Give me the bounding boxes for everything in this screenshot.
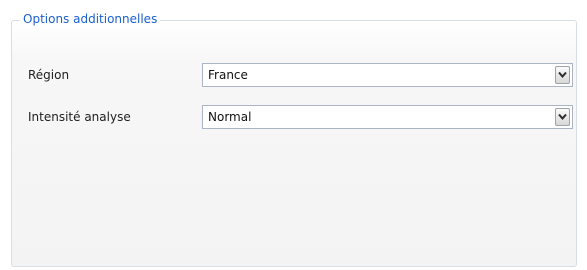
region-dropdown-button[interactable] bbox=[555, 66, 570, 84]
options-panel: Options additionnelles Région France Int… bbox=[0, 0, 587, 270]
region-select-value: France bbox=[208, 68, 248, 82]
analysis-intensity-dropdown-button[interactable] bbox=[555, 108, 570, 126]
region-label: Région bbox=[28, 68, 70, 82]
analysis-intensity-row: Intensité analyse Normal bbox=[28, 105, 576, 129]
additional-options-groupbox bbox=[11, 20, 577, 267]
chevron-down-icon bbox=[558, 71, 567, 79]
analysis-intensity-select-value: Normal bbox=[208, 110, 252, 124]
region-select[interactable]: France bbox=[202, 63, 573, 87]
chevron-down-icon bbox=[558, 113, 567, 121]
analysis-intensity-select[interactable]: Normal bbox=[202, 105, 573, 129]
region-row: Région France bbox=[28, 63, 576, 87]
analysis-intensity-label: Intensité analyse bbox=[28, 110, 131, 124]
groupbox-title: Options additionnelles bbox=[20, 11, 161, 27]
